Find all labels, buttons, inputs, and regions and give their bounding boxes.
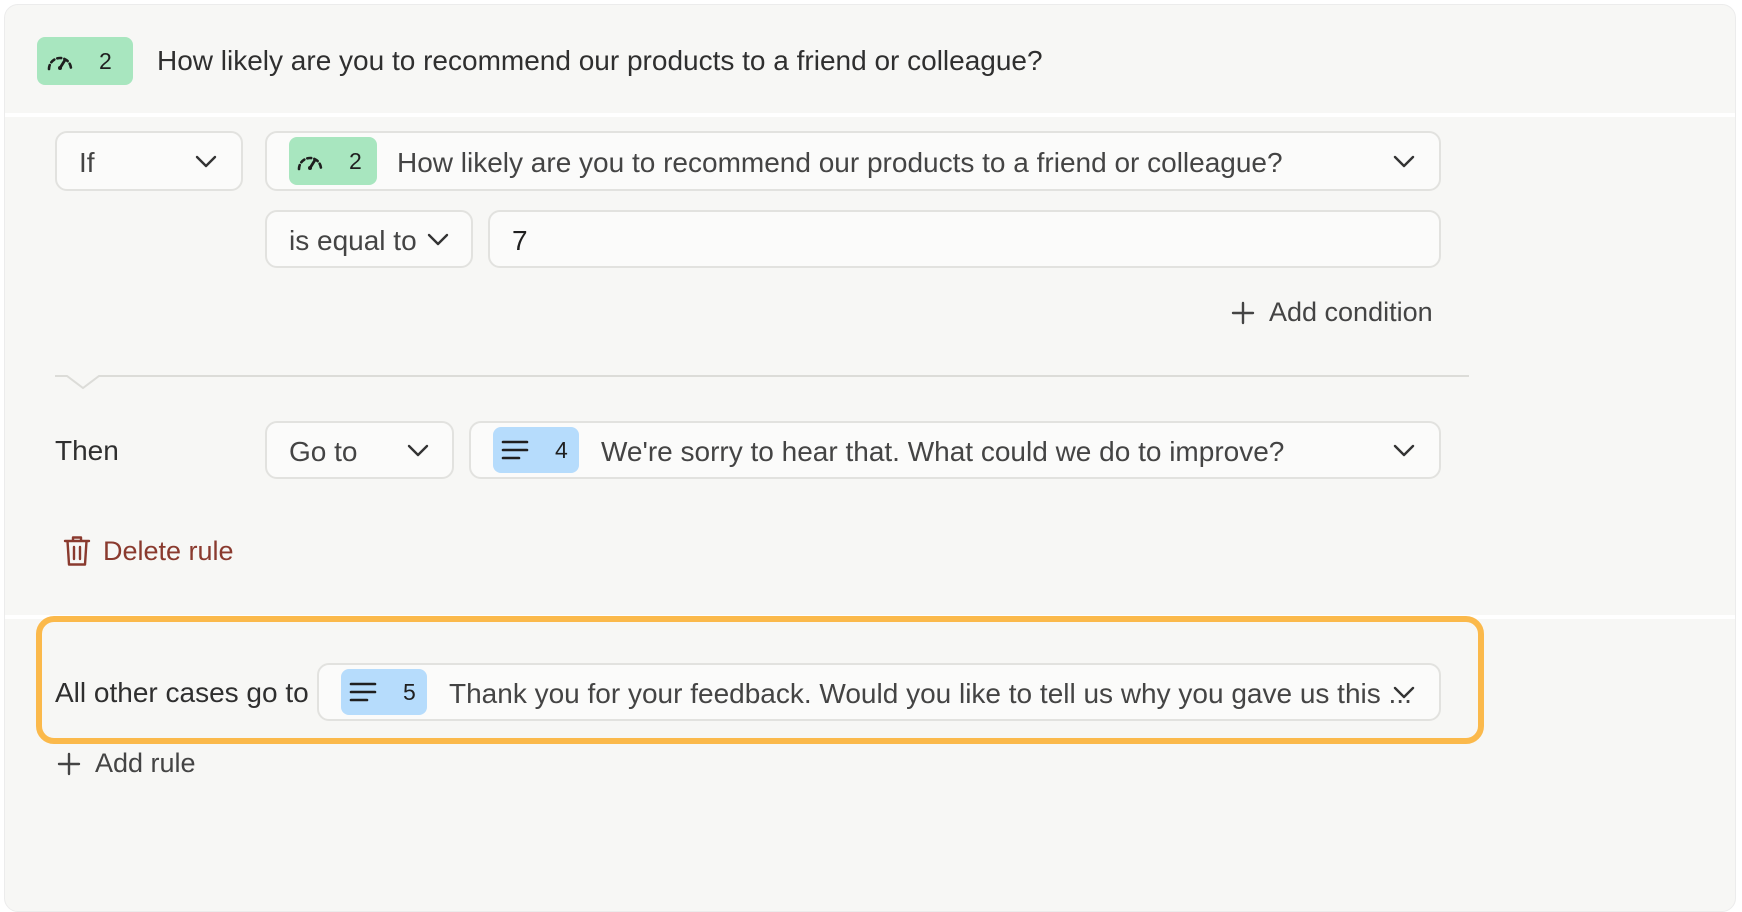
operator-label: is equal to (289, 225, 417, 256)
action-label: Go to (289, 436, 358, 467)
plus-icon (57, 752, 81, 775)
chevron-down-icon (1393, 444, 1415, 457)
chevron-down-icon (407, 444, 429, 457)
add-rule-label: Add rule (95, 748, 196, 778)
target-question-number: 4 (555, 436, 568, 463)
then-label: Then (55, 435, 119, 466)
trash-icon (63, 536, 91, 566)
if-select[interactable]: If (55, 131, 243, 191)
text-lines-icon (501, 440, 529, 460)
condition-value-input[interactable]: 7 (488, 210, 1441, 268)
gauge-icon (297, 156, 323, 171)
target-question-text: We're sorry to hear that. What could we … (601, 436, 1285, 467)
plus-icon (1231, 301, 1255, 324)
logic-panel: 2 How likely are you to recommend our pr… (4, 4, 1736, 912)
delete-rule-label: Delete rule (103, 535, 234, 566)
chevron-down-icon (1393, 155, 1415, 168)
target-question-select[interactable]: 4 We're sorry to hear that. What could w… (469, 421, 1441, 479)
action-select[interactable]: Go to (265, 421, 454, 479)
question-number: 2 (99, 47, 112, 74)
condition-question-number: 2 (349, 147, 362, 174)
condition-question-select[interactable]: 2 How likely are you to recommend our pr… (265, 131, 1441, 191)
condition-question-text: How likely are you to recommend our prod… (397, 147, 1283, 178)
condition-question-badge: 2 (289, 137, 377, 185)
fallback-highlight (36, 616, 1484, 744)
if-select-label: If (79, 147, 95, 178)
question-badge: 2 (37, 37, 133, 85)
operator-select[interactable]: is equal to (265, 210, 473, 268)
add-condition-button[interactable]: Add condition (1231, 297, 1433, 328)
rule-divider (55, 375, 1469, 390)
condition-value: 7 (512, 225, 528, 256)
add-rule-button[interactable]: Add rule (57, 748, 196, 779)
delete-rule-button[interactable]: Delete rule (63, 535, 234, 567)
add-condition-label: Add condition (1269, 297, 1433, 327)
chevron-down-icon (427, 233, 449, 246)
chevron-down-icon (195, 155, 217, 168)
gauge-icon (47, 56, 73, 71)
question-title: How likely are you to recommend our prod… (157, 45, 1043, 76)
question-header: 2 How likely are you to recommend our pr… (5, 5, 1735, 117)
target-question-badge: 4 (493, 427, 579, 473)
